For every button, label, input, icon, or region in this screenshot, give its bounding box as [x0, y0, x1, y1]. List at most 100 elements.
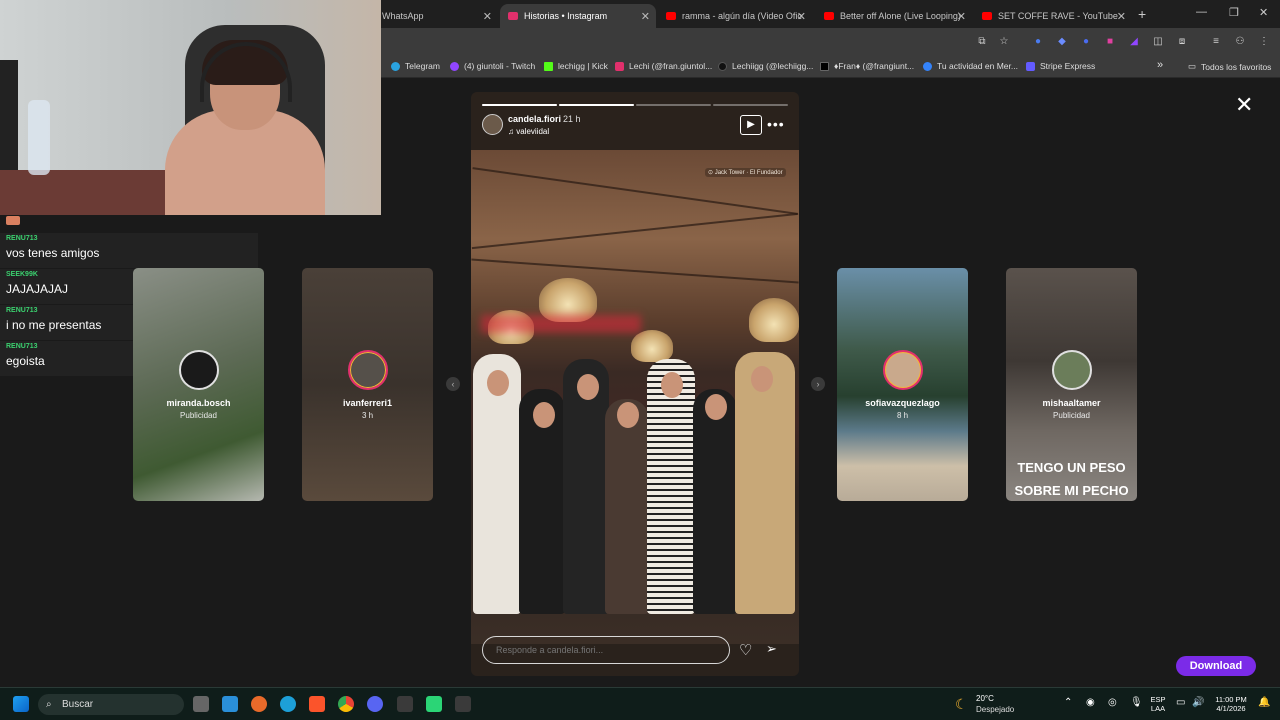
clock[interactable]: 11:00 PM 4/1/2026	[1208, 695, 1254, 713]
tray-icon[interactable]: ◉	[1086, 697, 1095, 708]
bookmark-instagram[interactable]: Lechi (@fran.giuntol...	[615, 61, 712, 71]
reply-input[interactable]	[482, 636, 730, 664]
bookmark-stripe[interactable]: Stripe Express	[1026, 61, 1095, 71]
bookmark-tiktok[interactable]: Lechiigg (@lechiigg...	[718, 61, 813, 71]
task-view-icon[interactable]	[193, 696, 209, 712]
windows-start-icon[interactable]	[13, 696, 29, 712]
brave-icon[interactable]	[309, 696, 325, 712]
instagram-stories-viewer: RENU713 vos tenes amigos SEEK99K JAJAJAJ…	[0, 0, 1280, 687]
chevron-up-icon[interactable]: ⌃	[1064, 697, 1072, 708]
tab-label: SET COFFE RAVE - YouTube	[998, 11, 1118, 21]
tab-youtube-ramma[interactable]: ramma - algún día (Video Ofic ✕	[658, 4, 812, 28]
tab-whatsapp[interactable]: WhatsApp ✕	[374, 4, 498, 28]
story-subtitle: Publicidad	[180, 411, 217, 420]
restore-icon[interactable]: ❐	[1229, 6, 1239, 19]
close-icon[interactable]: ✕	[641, 10, 650, 23]
cast-icon[interactable]: ⧉	[976, 36, 988, 48]
chrome-icon[interactable]	[338, 696, 354, 712]
all-favorites-folder[interactable]: ▭ Todos los favoritos	[1188, 61, 1271, 72]
story-username[interactable]: candela.fiori	[508, 114, 561, 124]
tab-youtube-set-coffe[interactable]: SET COFFE RAVE - YouTube ✕	[974, 4, 1132, 28]
chat-text: i no me presentas	[6, 318, 102, 332]
app-icon[interactable]	[397, 696, 413, 712]
chat-emote-icon	[6, 216, 20, 225]
more-options-icon[interactable]: •••	[767, 116, 785, 132]
story-progress-segment	[482, 104, 557, 106]
microphone-icon[interactable]: 🎙	[1130, 697, 1143, 708]
close-icon[interactable]: ✕	[1117, 10, 1126, 23]
folder-icon: ▭	[1188, 61, 1197, 71]
language-indicator[interactable]: ESP LAA	[1148, 695, 1168, 713]
app-icon[interactable]	[455, 696, 471, 712]
app-icon[interactable]	[426, 696, 442, 712]
bookmark-label: (4) giuntoli - Twitch	[464, 61, 536, 71]
close-icon[interactable]: ✕	[957, 10, 966, 23]
ceiling-beam	[471, 212, 799, 250]
notifications-icon[interactable]: 🔔	[1258, 697, 1270, 708]
new-tab-button[interactable]: +	[1138, 6, 1146, 22]
bookmark-telegram[interactable]: Telegram	[391, 61, 440, 71]
menu-icon[interactable]: ⋮	[1258, 36, 1270, 48]
close-window-icon[interactable]: ✕	[1259, 6, 1268, 19]
avatar[interactable]	[482, 114, 503, 135]
network-icon[interactable]: ▭	[1176, 697, 1185, 708]
story-card-sofiavazquezlago[interactable]: sofiavazquezlago 8 h	[837, 268, 968, 501]
instagram-icon	[508, 12, 518, 20]
download-button[interactable]: Download	[1176, 656, 1256, 676]
tray-icon[interactable]: ◎	[1108, 697, 1117, 708]
sidebar-icon[interactable]: ≡	[1210, 36, 1222, 48]
music-credit[interactable]: ♫ valeviidal	[508, 127, 549, 136]
extension-icon[interactable]: ◆	[1056, 36, 1068, 48]
minimize-icon[interactable]: —	[1196, 6, 1207, 18]
twitch-icon	[450, 61, 459, 71]
story-username: ivanferreri1	[342, 398, 393, 408]
chat-username: RENU713	[6, 235, 38, 242]
profile-icon[interactable]: ⚇	[1234, 36, 1246, 48]
close-icon[interactable]: ✕	[483, 10, 492, 23]
extension-icon[interactable]: ●	[1032, 36, 1044, 48]
close-icon[interactable]: ✕	[797, 10, 806, 23]
bookmark-twitch[interactable]: (4) giuntoli - Twitch	[450, 61, 535, 71]
story-card-mishaaltamer[interactable]: mishaaltamer Publicidad TENGO UN PESO SO…	[1006, 268, 1137, 501]
close-icon[interactable]: ✕	[1235, 92, 1253, 118]
story-photo: ⊙ Jack Tower · El Fundador	[471, 150, 799, 644]
puzzle-icon[interactable]: ⧈	[1176, 36, 1188, 48]
previous-story-button[interactable]: ‹	[446, 377, 460, 391]
face	[577, 374, 599, 400]
next-story-button[interactable]: ›	[811, 377, 825, 391]
extension-icon[interactable]: ■	[1104, 36, 1116, 48]
avatar	[883, 350, 923, 390]
story-card-ivanferreri1[interactable]: ivanferreri1 3 h	[302, 268, 433, 501]
music-icon: ♫	[508, 127, 517, 136]
extension-icon[interactable]: ◫	[1152, 36, 1164, 48]
neon-light	[481, 315, 641, 333]
firefox-icon[interactable]	[251, 696, 267, 712]
widgets-icon[interactable]	[222, 696, 238, 712]
avatar	[348, 350, 388, 390]
taskbar-search[interactable]: ⌕ Buscar	[38, 694, 184, 715]
bookmark-kick[interactable]: lechigg | Kick	[544, 61, 608, 71]
desk	[0, 170, 170, 215]
story-card-miranda[interactable]: miranda.bosch Publicidad	[133, 268, 264, 501]
play-button[interactable]: ▶	[740, 115, 762, 135]
tab-instagram[interactable]: Historias • Instagram ✕	[500, 4, 656, 28]
moon-weather-icon[interactable]: ☾	[955, 696, 971, 712]
edge-icon[interactable]	[280, 696, 296, 712]
bookmarks-overflow-button[interactable]: »	[1157, 59, 1163, 71]
bookmark-x[interactable]: ♦Fran♦ (@frangiunt...	[820, 61, 914, 71]
discord-icon[interactable]	[367, 696, 383, 712]
heart-icon[interactable]: ♡	[739, 641, 752, 659]
send-icon[interactable]: ➢	[766, 641, 777, 657]
person	[693, 389, 737, 614]
extension-icon[interactable]: ●	[1080, 36, 1092, 48]
story-progress-segment	[713, 104, 788, 106]
tab-youtube-better-off-alone[interactable]: Better off Alone (Live Looping) ✕	[816, 4, 972, 28]
bookmark-mercadolibre[interactable]: Tu actividad en Mer...	[923, 61, 1018, 71]
current-story: ⊙ Jack Tower · El Fundador candela.fiori…	[471, 92, 799, 676]
chat-message: RENU713 vos tenes amigos	[0, 233, 258, 268]
story-username: sofiavazquezlago	[865, 398, 940, 408]
star-icon[interactable]: ☆	[998, 36, 1010, 48]
youtube-icon	[982, 12, 992, 20]
extension-icon[interactable]: ◢	[1128, 36, 1140, 48]
volume-icon[interactable]: 🔊	[1192, 697, 1204, 708]
